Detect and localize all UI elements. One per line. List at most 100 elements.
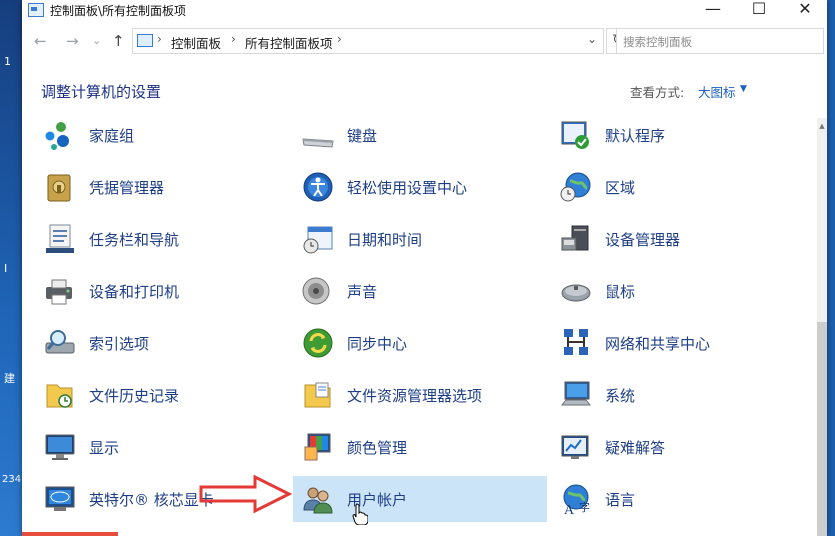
mouse-icon bbox=[561, 284, 591, 302]
indexing-icon bbox=[45, 330, 75, 354]
breadcrumb-separator: › bbox=[157, 32, 162, 46]
desktop-label: 234 bbox=[2, 474, 22, 485]
cp-item-language[interactable]: A 字 语言 bbox=[540, 476, 792, 522]
cp-item-region[interactable]: 区域 bbox=[540, 164, 792, 210]
cp-item-label: 凭据管理器 bbox=[89, 179, 165, 197]
cp-item-default-programs[interactable]: 默认程序 bbox=[540, 112, 792, 158]
cp-item-label: 声音 bbox=[347, 283, 378, 301]
cp-item-label: 键盘 bbox=[347, 127, 378, 145]
cp-item-label: 英特尔® 核芯显卡 bbox=[89, 491, 214, 509]
desktop-right-strip bbox=[827, 0, 835, 536]
cp-item-homegroup[interactable]: 家庭组 bbox=[24, 112, 276, 158]
cp-item-label: 设备和打印机 bbox=[89, 283, 180, 301]
title-bar: 控制面板\所有控制面板项 — ☐ ✕ bbox=[22, 0, 827, 22]
cp-item-color-management[interactable]: 颜色管理 bbox=[282, 424, 534, 470]
cp-item-taskbar[interactable]: 任务栏和导航 bbox=[24, 216, 276, 262]
cp-item-label: 文件资源管理器选项 bbox=[347, 387, 483, 405]
breadcrumb-all-items[interactable]: 所有控制面板项 bbox=[245, 33, 333, 52]
credential-manager-icon bbox=[47, 174, 71, 202]
search-input[interactable]: 搜索控制面板 bbox=[616, 28, 824, 54]
close-button[interactable]: ✕ bbox=[782, 0, 827, 22]
cp-item-sync-center[interactable]: 同步中心 bbox=[282, 320, 534, 366]
cp-item-display[interactable]: 显示 bbox=[24, 424, 276, 470]
cp-item-user-accounts[interactable]: 用户帐户 bbox=[293, 476, 547, 522]
folder-options-icon bbox=[304, 382, 331, 408]
cp-item-file-history[interactable]: 文件历史记录 bbox=[24, 372, 276, 418]
view-by-dropdown[interactable]: 大图标 bbox=[698, 82, 736, 101]
cp-item-label: 日期和时间 bbox=[347, 231, 423, 249]
cp-item-label: 区域 bbox=[605, 179, 636, 197]
cp-item-network-sharing[interactable]: 网络和共享中心 bbox=[540, 320, 792, 366]
control-panel-icon bbox=[137, 34, 153, 47]
cp-item-device-manager[interactable]: 设备管理器 bbox=[540, 216, 792, 262]
color-management-icon bbox=[304, 433, 331, 461]
breadcrumb-separator: › bbox=[231, 32, 236, 46]
cp-item-ease-of-access[interactable]: 轻松使用设置中心 bbox=[282, 164, 534, 210]
cp-item-system[interactable]: 系统 bbox=[540, 372, 792, 418]
keyboard-icon bbox=[302, 138, 334, 148]
cp-item-label: 鼠标 bbox=[605, 283, 636, 301]
cp-item-label: 疑难解答 bbox=[605, 439, 666, 457]
file-history-icon bbox=[46, 384, 73, 408]
control-panel-icon bbox=[28, 3, 44, 17]
homegroup-icon bbox=[45, 122, 69, 150]
desktop-label: 1 bbox=[4, 55, 11, 68]
scrollbar-thumb[interactable] bbox=[817, 322, 827, 536]
video-progress-bar bbox=[22, 532, 118, 536]
back-button[interactable]: ← bbox=[34, 32, 47, 50]
desktop-left-strip: 1 I 建 234 bbox=[0, 0, 22, 536]
recent-locations-button[interactable]: ⌄ bbox=[92, 34, 101, 47]
window-title: 控制面板\所有控制面板项 bbox=[50, 4, 187, 18]
cp-item-label: 设备管理器 bbox=[605, 231, 681, 249]
minimize-button[interactable]: — bbox=[690, 0, 736, 22]
ease-of-access-icon bbox=[303, 172, 333, 202]
hand-cursor-icon bbox=[352, 503, 368, 525]
cp-item-devices-printers[interactable]: 设备和打印机 bbox=[24, 268, 276, 314]
cp-item-label: 任务栏和导航 bbox=[89, 231, 180, 249]
chevron-down-icon[interactable]: ▼ bbox=[740, 84, 747, 94]
cp-item-credential-manager[interactable]: 凭据管理器 bbox=[24, 164, 276, 210]
user-accounts-icon bbox=[303, 487, 333, 514]
device-manager-icon bbox=[561, 225, 589, 251]
cp-item-date-time[interactable]: 日期和时间 bbox=[282, 216, 534, 262]
cp-item-mouse[interactable]: 鼠标 bbox=[540, 268, 792, 314]
display-icon bbox=[45, 434, 75, 460]
cp-item-troubleshooting[interactable]: 疑难解答 bbox=[540, 424, 792, 470]
intel-graphics-icon bbox=[45, 486, 75, 511]
view-by-label: 查看方式: bbox=[630, 85, 685, 100]
network-sharing-icon bbox=[564, 329, 588, 355]
taskbar-icon bbox=[46, 224, 74, 253]
svg-text:A: A bbox=[564, 503, 575, 515]
cp-item-label: 系统 bbox=[605, 387, 636, 405]
troubleshooting-icon bbox=[561, 435, 589, 459]
maximize-button[interactable]: ☐ bbox=[736, 0, 782, 22]
cp-item-label: 显示 bbox=[89, 439, 120, 457]
cp-item-label: 文件历史记录 bbox=[89, 387, 180, 405]
language-icon: A 字 bbox=[563, 484, 590, 515]
printer-icon bbox=[46, 279, 72, 305]
address-dropdown-button[interactable]: ⌄ bbox=[587, 32, 597, 46]
region-globe-icon bbox=[560, 172, 591, 202]
cp-item-label: 网络和共享中心 bbox=[605, 335, 711, 353]
cp-item-label: 家庭组 bbox=[89, 127, 135, 145]
up-button[interactable]: ↑ bbox=[112, 32, 125, 50]
address-bar-row: ← → ⌄ ↑ › 控制面板 › 所有控制面板项 › ⌄ ↻ 搜索控制面板 bbox=[22, 28, 827, 56]
cp-item-keyboard[interactable]: 键盘 bbox=[282, 112, 534, 158]
cp-item-indexing-options[interactable]: 索引选项 bbox=[24, 320, 276, 366]
svg-text:字: 字 bbox=[579, 500, 590, 514]
cp-item-sound[interactable]: 声音 bbox=[282, 268, 534, 314]
breadcrumb-control-panel[interactable]: 控制面板 bbox=[171, 33, 221, 52]
speaker-icon bbox=[302, 277, 330, 305]
cp-item-folder-options[interactable]: 文件资源管理器选项 bbox=[282, 372, 534, 418]
desktop-label: 建 bbox=[4, 372, 15, 385]
cp-item-label: 轻松使用设置中心 bbox=[347, 179, 468, 197]
address-field[interactable]: › 控制面板 › 所有控制面板项 › ⌄ bbox=[132, 28, 604, 54]
forward-button[interactable]: → bbox=[66, 32, 79, 50]
scroll-up-button[interactable]: ▲ bbox=[817, 122, 827, 130]
search-placeholder: 搜索控制面板 bbox=[623, 35, 692, 49]
sync-center-icon bbox=[303, 328, 333, 358]
system-icon bbox=[560, 381, 592, 406]
cp-item-label: 索引选项 bbox=[89, 335, 150, 353]
cp-item-label: 默认程序 bbox=[605, 127, 666, 145]
control-panel-window: 控制面板\所有控制面板项 — ☐ ✕ ← → ⌄ ↑ › 控制面板 › 所有控制… bbox=[22, 0, 827, 536]
